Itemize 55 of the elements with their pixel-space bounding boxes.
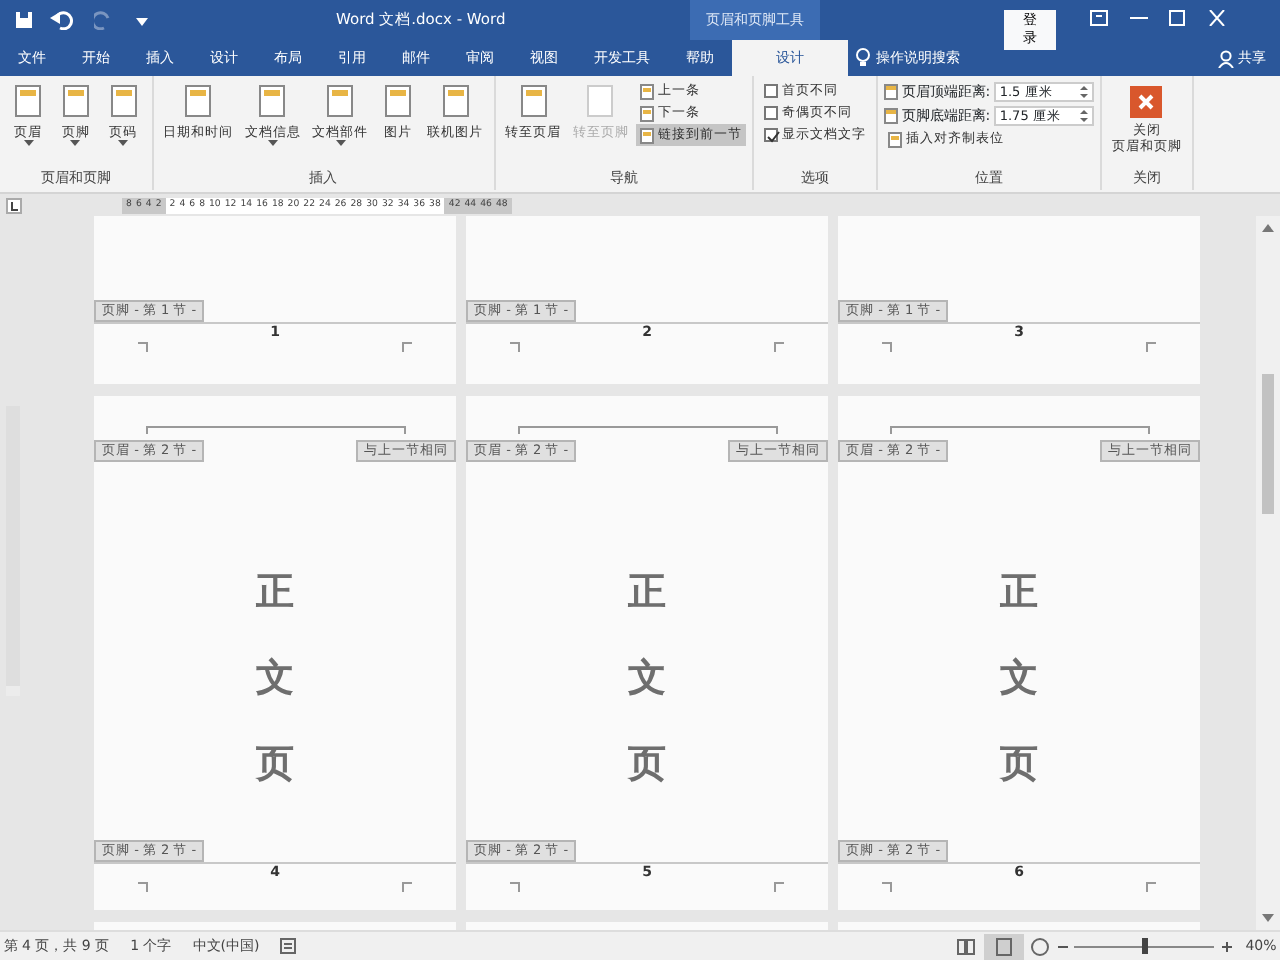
body-text: 正文页 [256, 568, 294, 789]
zoom-slider-thumb[interactable] [1141, 937, 1148, 953]
body-text: 正文页 [628, 568, 666, 789]
corner-mark [138, 882, 148, 893]
read-mode-icon[interactable] [956, 937, 977, 955]
body-text: 正文页 [1000, 568, 1038, 789]
small-document-icon [640, 127, 654, 143]
document-icon [57, 84, 94, 120]
corner-mark [510, 342, 520, 352]
document-icon [105, 84, 141, 120]
document-icon [180, 84, 216, 120]
vertical-scrollbar[interactable] [1256, 216, 1280, 930]
scroll-up-icon[interactable] [1260, 222, 1276, 234]
corner-mark [402, 882, 412, 893]
ribbon-display-icon[interactable] [1090, 10, 1108, 26]
spin-arrows-icon [1079, 108, 1088, 124]
margin-icon [884, 84, 898, 100]
corner-mark [1146, 882, 1156, 893]
close-icon [1130, 86, 1163, 118]
corner-mark [138, 342, 148, 352]
lightbulb-icon [855, 48, 869, 68]
document-icon [322, 84, 358, 120]
small-document-icon [888, 131, 902, 147]
document-icon [10, 84, 46, 120]
scroll-down-icon[interactable] [1260, 912, 1276, 924]
web-layout-icon[interactable] [1030, 937, 1051, 955]
zoom-out-icon[interactable] [1057, 941, 1068, 951]
document-icon [582, 84, 619, 120]
zoom-in-icon[interactable] [1221, 941, 1232, 951]
corner-mark [402, 342, 412, 352]
corner-mark [882, 342, 892, 352]
margin-icon [884, 108, 898, 124]
document-icon [254, 84, 291, 120]
corner-mark [774, 882, 784, 893]
maximize-icon[interactable] [1168, 10, 1186, 26]
spin-arrows-icon [1079, 84, 1088, 100]
corner-mark [1146, 342, 1156, 352]
document-icon [437, 84, 473, 120]
customize-icon[interactable] [134, 12, 150, 28]
document-icon [379, 84, 416, 120]
small-document-icon [640, 83, 654, 99]
checkmark-icon [766, 130, 780, 144]
macro-icon[interactable] [280, 938, 297, 954]
tab-selector-icon[interactable] [6, 197, 22, 213]
undo-icon[interactable] [50, 10, 74, 30]
corner-mark [882, 882, 892, 893]
document-icon [515, 84, 551, 120]
corner-mark [774, 342, 784, 352]
person-icon[interactable] [1218, 49, 1235, 67]
print-layout-button[interactable] [983, 933, 1024, 959]
close-icon[interactable] [1207, 10, 1225, 26]
corner-mark [510, 882, 520, 893]
save-icon[interactable] [14, 10, 34, 30]
small-document-icon [640, 105, 654, 121]
page-icon [995, 937, 1012, 955]
